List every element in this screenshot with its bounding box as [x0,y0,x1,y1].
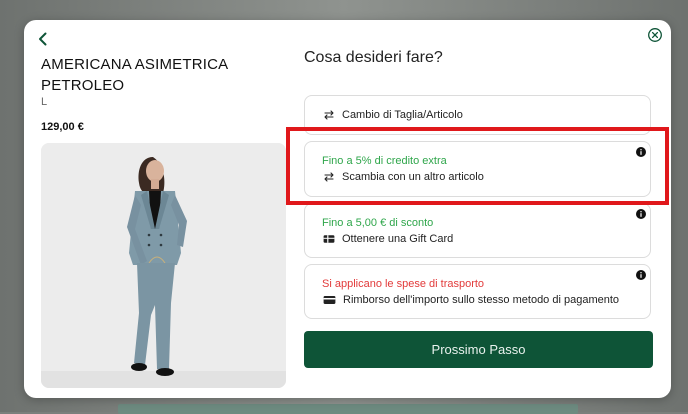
option-label: Rimborso dell'importo sullo stesso metod… [343,294,620,306]
option-label: Cambio di Taglia/Articolo [342,109,463,121]
credit-card-icon [323,296,336,304]
product-price: 129,00 € [41,121,84,133]
back-arrow-icon[interactable] [34,30,52,48]
option-hint: Si applicano le spese di trasporto [322,278,485,290]
info-icon[interactable] [636,147,646,157]
background-bar [118,404,578,414]
option-hint: Fino a 5% di credito extra [322,155,447,167]
next-step-button[interactable]: Prossimo Passo [304,331,653,368]
page-question: Cosa desideri fare? [304,49,443,66]
swap-icon [324,172,334,182]
option-label: Ottenere una Gift Card [342,233,454,245]
option-refund[interactable]: Si applicano le spese di trasporto Rimbo… [304,264,651,319]
option-exchange-article[interactable]: Fino a 5% di credito extra Scambia con u… [304,141,651,197]
gift-card-icon [323,235,335,243]
return-options-modal: AMERICANA ASIMETRICA PETROLEO L 129,00 € [24,20,671,398]
option-gift-card[interactable]: Fino a 5,00 € di sconto Ottenere una Gif… [304,203,651,258]
option-label: Scambia con un altro articolo [342,171,484,183]
product-title: AMERICANA ASIMETRICA PETROLEO [41,56,228,94]
product-image [41,143,286,388]
info-icon[interactable] [636,209,646,219]
swap-icon [324,110,334,120]
close-icon[interactable] [647,27,663,43]
info-icon[interactable] [636,270,646,280]
product-size: L [41,96,48,108]
option-size-exchange[interactable]: Cambio di Taglia/Articolo [304,95,651,135]
option-hint: Fino a 5,00 € di sconto [322,217,434,229]
